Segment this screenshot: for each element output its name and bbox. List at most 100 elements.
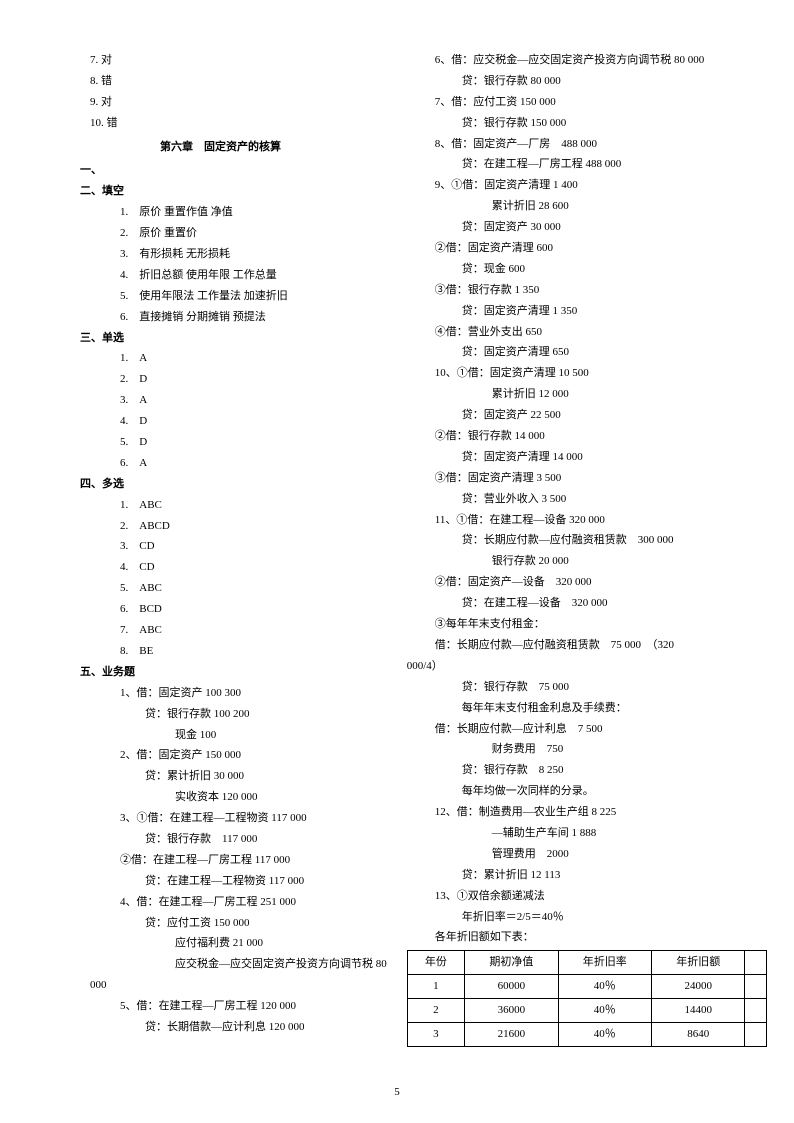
multi-item: 7. ABC bbox=[90, 620, 387, 641]
entry-line: 12、借：制造费用—农业生产组 8 225 bbox=[407, 802, 767, 823]
biz-line: 现金 100 bbox=[90, 725, 387, 746]
entry-line: 各年折旧额如下表： bbox=[407, 927, 767, 948]
entry-line: ②借：固定资产清理 600 bbox=[407, 238, 767, 259]
fill-item: 6. 直接摊销 分期摊销 预提法 bbox=[90, 307, 387, 328]
entry-line: 贷：固定资产清理 650 bbox=[407, 342, 767, 363]
multi-item: 3. CD bbox=[90, 536, 387, 557]
entry-line: 每年年末支付租金利息及手续费： bbox=[407, 698, 767, 719]
table-cell: 40％ bbox=[558, 999, 651, 1023]
biz-line: 贷：应付工资 150 000 bbox=[90, 913, 387, 934]
biz-line: 应交税金—应交固定资产投资方向调节税 80 bbox=[90, 954, 387, 975]
biz-line: 贷：累计折旧 30 000 bbox=[90, 766, 387, 787]
table-cell: 2 bbox=[407, 999, 464, 1023]
fill-item: 5. 使用年限法 工作量法 加速折旧 bbox=[90, 286, 387, 307]
left-column: 7. 对 8. 错 9. 对 10. 错 第六章 固定资产的核算 一、 二、填空… bbox=[40, 50, 387, 1047]
entry-line: ③借：银行存款 1 350 bbox=[407, 280, 767, 301]
biz-line: 000 bbox=[90, 975, 387, 996]
table-cell: 24000 bbox=[651, 975, 744, 999]
biz-line: 贷：银行存款 117 000 bbox=[90, 829, 387, 850]
single-item: 1. A bbox=[90, 348, 387, 369]
multi-item: 2. ABCD bbox=[90, 516, 387, 537]
table-head: 年折旧额 bbox=[651, 951, 744, 975]
table-cell bbox=[745, 975, 766, 999]
biz-line: ②借：在建工程—厂房工程 117 000 bbox=[90, 850, 387, 871]
entry-line: 10、①借：固定资产清理 10 500 bbox=[407, 363, 767, 384]
entry-line: 财务费用 750 bbox=[407, 739, 767, 760]
entry-line: 贷：固定资产 22 500 bbox=[407, 405, 767, 426]
entry-line: ②借：固定资产—设备 320 000 bbox=[407, 572, 767, 593]
biz-line: 3、①借：在建工程—工程物资 117 000 bbox=[90, 808, 387, 829]
section-3: 三、单选 bbox=[80, 328, 387, 349]
entry-line: 累计折旧 12 000 bbox=[407, 384, 767, 405]
biz-line: 贷：银行存款 100 200 bbox=[90, 704, 387, 725]
table-cell: 3 bbox=[407, 1022, 464, 1046]
page-number: 5 bbox=[394, 1082, 400, 1103]
biz-line: 贷：长期借款—应计利息 120 000 bbox=[90, 1017, 387, 1038]
tf-item: 7. 对 bbox=[90, 50, 387, 71]
tf-item: 10. 错 bbox=[90, 113, 387, 134]
entry-line: 11、①借：在建工程—设备 320 000 bbox=[407, 510, 767, 531]
table-head: 期初净值 bbox=[465, 951, 558, 975]
entry-line: 累计折旧 28 600 bbox=[407, 196, 767, 217]
entry-line: 9、①借：固定资产清理 1 400 bbox=[407, 175, 767, 196]
entry-line: 贷：现金 600 bbox=[407, 259, 767, 280]
section-4: 四、多选 bbox=[80, 474, 387, 495]
entry-line: 银行存款 20 000 bbox=[407, 551, 767, 572]
tf-item: 9. 对 bbox=[90, 92, 387, 113]
table-cell: 36000 bbox=[465, 999, 558, 1023]
biz-line: 实收资本 120 000 bbox=[90, 787, 387, 808]
multi-item: 4. CD bbox=[90, 557, 387, 578]
entry-line: 贷：固定资产清理 1 350 bbox=[407, 301, 767, 322]
multi-item: 5. ABC bbox=[90, 578, 387, 599]
multi-item: 6. BCD bbox=[90, 599, 387, 620]
single-item: 2. D bbox=[90, 369, 387, 390]
table-cell bbox=[745, 999, 766, 1023]
entry-line: 贷：营业外收入 3 500 bbox=[407, 489, 767, 510]
table-cell bbox=[745, 1022, 766, 1046]
table-cell: 60000 bbox=[465, 975, 558, 999]
entry-line: ③借：固定资产清理 3 500 bbox=[407, 468, 767, 489]
entry-line: 贷：在建工程—设备 320 000 bbox=[407, 593, 767, 614]
entry-line: 7、借：应付工资 150 000 bbox=[407, 92, 767, 113]
entry-line: —辅助生产车间 1 888 bbox=[407, 823, 767, 844]
entry-line: 贷：长期应付款—应付融资租赁款 300 000 bbox=[407, 530, 767, 551]
biz-line: 5、借：在建工程—厂房工程 120 000 bbox=[90, 996, 387, 1017]
entry-line: 贷：银行存款 75 000 bbox=[407, 677, 767, 698]
depreciation-table: 年份 期初净值 年折旧率 年折旧额 1 60000 40％ 24000 2 36… bbox=[407, 950, 767, 1047]
biz-line: 1、借：固定资产 100 300 bbox=[90, 683, 387, 704]
entry-line: 贷：累计折旧 12 113 bbox=[407, 865, 767, 886]
single-item: 6. A bbox=[90, 453, 387, 474]
single-item: 4. D bbox=[90, 411, 387, 432]
tf-item: 8. 错 bbox=[90, 71, 387, 92]
chapter-title: 第六章 固定资产的核算 bbox=[90, 134, 387, 161]
multi-item: 1. ABC bbox=[90, 495, 387, 516]
entry-line: ②借：银行存款 14 000 bbox=[407, 426, 767, 447]
entry-line: 每年均做一次同样的分录。 bbox=[407, 781, 767, 802]
entry-line: 贷：银行存款 150 000 bbox=[407, 113, 767, 134]
section-2: 二、填空 bbox=[80, 181, 387, 202]
fill-item: 2. 原价 重置价 bbox=[90, 223, 387, 244]
table-cell: 21600 bbox=[465, 1022, 558, 1046]
biz-line: 2、借：固定资产 150 000 bbox=[90, 745, 387, 766]
entry-line: ③每年年末支付租金： bbox=[407, 614, 767, 635]
biz-line: 贷：在建工程—工程物资 117 000 bbox=[90, 871, 387, 892]
multi-item: 8. BE bbox=[90, 641, 387, 662]
entry-line: 贷：银行存款 80 000 bbox=[407, 71, 767, 92]
fill-item: 1. 原价 重置作值 净值 bbox=[90, 202, 387, 223]
entry-line: 000/4） bbox=[407, 656, 767, 677]
table-cell: 40％ bbox=[558, 1022, 651, 1046]
table-head: 年折旧率 bbox=[558, 951, 651, 975]
table-cell: 40％ bbox=[558, 975, 651, 999]
entry-line: 13、①双倍余额递减法 bbox=[407, 886, 767, 907]
entry-line: 贷：固定资产清理 14 000 bbox=[407, 447, 767, 468]
entry-line: 年折旧率＝2/5＝40％ bbox=[407, 907, 767, 928]
fill-item: 3. 有形损耗 无形损耗 bbox=[90, 244, 387, 265]
table-cell: 8640 bbox=[651, 1022, 744, 1046]
table-head: 年份 bbox=[407, 951, 464, 975]
entry-line: 贷：在建工程—厂房工程 488 000 bbox=[407, 154, 767, 175]
entry-line: 贷：固定资产 30 000 bbox=[407, 217, 767, 238]
table-cell: 14400 bbox=[651, 999, 744, 1023]
fill-item: 4. 折旧总额 使用年限 工作总量 bbox=[90, 265, 387, 286]
entry-line: 借：长期应付款—应计利息 7 500 bbox=[407, 719, 767, 740]
right-column: 6、借：应交税金—应交固定资产投资方向调节税 80 000贷：银行存款 80 0… bbox=[407, 50, 767, 1047]
